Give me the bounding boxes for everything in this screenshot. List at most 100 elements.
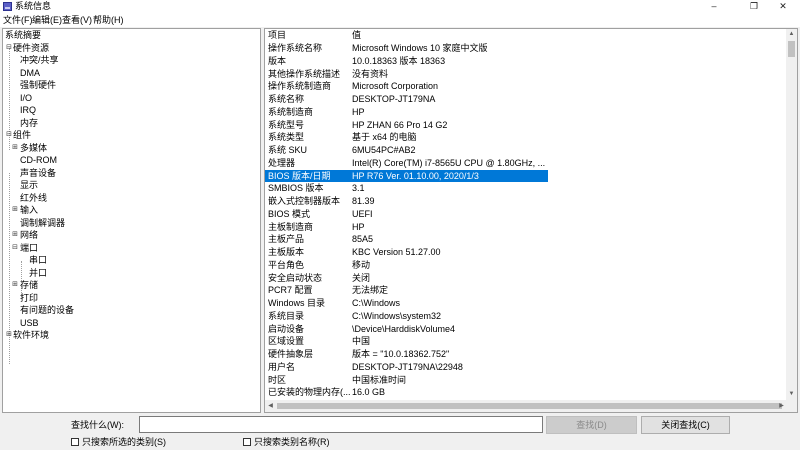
table-row[interactable]: 其他操作系统描述 没有资料 [265, 68, 787, 81]
menu-help[interactable]: 帮助(H) [93, 14, 124, 26]
horizontal-scrollbar[interactable]: ◀ ▶ [265, 400, 797, 412]
table-row[interactable]: 已安装的物理内存(... 16.0 GB [265, 386, 787, 399]
tree-item-cdrom[interactable]: CD-ROM [3, 154, 260, 167]
table-row[interactable]: 主板版本 KBC Version 51.27.00 [265, 246, 787, 259]
tree-item-ports[interactable]: ⊟ 端口 [3, 242, 260, 255]
item-cell: 主板版本 [268, 247, 305, 257]
tree-item-problem-devices[interactable]: 有问题的设备 [3, 304, 260, 317]
table-row[interactable]: 系统型号 HP ZHAN 66 Pro 14 G2 [265, 119, 787, 132]
minimize-button[interactable]: – [697, 0, 731, 13]
table-row[interactable]: 主板产品 85A5 [265, 233, 787, 246]
search-selected-category-option[interactable]: 只搜索所选的类别(S) [71, 437, 231, 448]
table-row[interactable]: 系统类型 基于 x64 的电脑 [265, 131, 787, 144]
table-row[interactable]: 嵌入式控制器版本 81.39 [265, 195, 787, 208]
search-selected-category-checkbox[interactable] [71, 438, 79, 446]
scroll-up-icon[interactable]: ▲ [786, 29, 797, 40]
value-cell: 6MU54PC#AB2 [352, 145, 416, 155]
table-row[interactable]: 区域设置 中国 [265, 335, 787, 348]
scroll-down-icon[interactable]: ▼ [786, 389, 797, 400]
tree-item-parallel[interactable]: 并口 [3, 267, 260, 280]
horizontal-scroll-thumb[interactable] [277, 403, 782, 409]
expand-icon[interactable]: ⊞ [11, 279, 19, 292]
tree-item-usb[interactable]: USB [3, 317, 260, 330]
close-find-button[interactable]: 关闭查找(C) [641, 416, 730, 434]
item-cell: 主板制造商 [268, 221, 314, 232]
tree-item-conflicts[interactable]: 冲突/共享 [3, 54, 260, 67]
table-row[interactable]: 平台角色 移动 [265, 259, 787, 272]
tree-item-dma[interactable]: DMA [3, 67, 260, 80]
tree-item-storage[interactable]: ⊞ 存储 [3, 279, 260, 292]
table-row[interactable]: PCR7 配置 无法绑定 [265, 284, 787, 297]
table-row[interactable]: 主板制造商 HP [265, 221, 787, 234]
scroll-left-icon[interactable]: ◀ [265, 400, 276, 412]
tree-item-system-summary[interactable]: 系统摘要 [3, 29, 260, 42]
expand-icon[interactable]: ⊞ [11, 142, 19, 155]
collapse-icon[interactable]: ⊟ [5, 129, 13, 142]
table-row[interactable]: 安全启动状态 关闭 [265, 272, 787, 285]
tree-item-multimedia[interactable]: ⊞ 多媒体 [3, 142, 260, 155]
table-row[interactable]: 操作系统制造商 Microsoft Corporation [265, 80, 787, 93]
tree-item-irq[interactable]: IRQ [3, 104, 260, 117]
table-row[interactable]: Windows 目录 C:\Windows [265, 297, 787, 310]
tree-item-hardware-resources[interactable]: ⊟ 硬件资源 [3, 42, 260, 55]
vertical-scrollbar[interactable]: ▲ ▼ [786, 29, 797, 400]
table-row[interactable]: 系统制造商 HP [265, 106, 787, 119]
find-input[interactable] [139, 416, 543, 433]
tree-item-components[interactable]: ⊟ 组件 [3, 129, 260, 142]
column-header-value[interactable]: 值 [352, 29, 361, 42]
table-row[interactable]: 时区 中国标准时间 [265, 374, 787, 387]
table-row[interactable]: 系统目录 C:\Windows\system32 [265, 310, 787, 323]
tree-item-software-environment[interactable]: ⊞ 软件环境 [3, 329, 260, 342]
item-cell: 嵌入式控制器版本 [268, 196, 341, 206]
table-row[interactable]: SMBIOS 版本 3.1 [265, 182, 787, 195]
tree-item-display[interactable]: 显示 [3, 179, 260, 192]
value-cell: Microsoft Corporation [352, 81, 439, 92]
find-button[interactable]: 查找(D) [546, 416, 637, 434]
menu-edit[interactable]: 编辑(E) [32, 14, 62, 26]
tree-item-printing[interactable]: 打印 [3, 292, 260, 305]
table-row[interactable]: BIOS 模式 UEFI [265, 208, 787, 221]
table-row[interactable]: 系统名称 DESKTOP-JT179NA [265, 93, 787, 106]
tree-item-input[interactable]: ⊞ 输入 [3, 204, 260, 217]
tree-item-modem[interactable]: 调制解调器 [3, 217, 260, 230]
table-row[interactable]: 用户名 DESKTOP-JT179NA\22948 [265, 361, 787, 374]
tree-item-infrared[interactable]: 红外线 [3, 192, 260, 205]
item-cell: 系统名称 [268, 94, 305, 104]
menu-view[interactable]: 查看(V) [62, 14, 92, 26]
table-row[interactable]: 处理器 Intel(R) Core(TM) i7-8565U CPU @ 1.80… [265, 157, 787, 170]
item-cell: 平台角色 [268, 259, 305, 270]
collapse-icon[interactable]: ⊟ [5, 42, 13, 55]
value-cell: 版本 = "10.0.18362.752" [352, 349, 450, 359]
item-cell: 系统类型 [268, 132, 305, 143]
table-row[interactable]: 版本 10.0.18363 版本 18363 [265, 55, 787, 68]
expand-icon[interactable]: ⊞ [11, 229, 19, 242]
scroll-right-icon[interactable]: ▶ [776, 400, 787, 412]
expand-icon[interactable]: ⊞ [11, 204, 19, 217]
close-button[interactable]: ✕ [766, 0, 800, 13]
search-category-names-option[interactable]: 只搜索类别名称(R) [243, 437, 403, 448]
item-cell: 处理器 [268, 157, 296, 168]
tree-item-network[interactable]: ⊞ 网络 [3, 229, 260, 242]
tree-item-sound-devices[interactable]: 声音设备 [3, 167, 260, 180]
value-cell: 移动 [352, 259, 371, 270]
value-cell: 关闭 [352, 272, 371, 283]
collapse-icon[interactable]: ⊟ [11, 242, 19, 255]
tree-item-serial[interactable]: 串口 [3, 254, 260, 267]
menu-file[interactable]: 文件(F) [3, 14, 33, 26]
vertical-scroll-thumb[interactable] [788, 41, 795, 57]
table-row[interactable]: 硬件抽象层 版本 = "10.0.18362.752" [265, 348, 787, 361]
expand-icon[interactable]: ⊞ [5, 329, 13, 342]
table-row[interactable]: 启动设备 \Device\HarddiskVolume4 [265, 323, 787, 336]
category-tree[interactable]: 系统摘要 ⊟ 硬件资源 冲突/共享 DMA 强制硬件 I/O IRQ 内存 ⊟ … [2, 28, 261, 413]
search-category-names-checkbox[interactable] [243, 438, 251, 446]
value-cell: \Device\HarddiskVolume4 [352, 323, 456, 334]
item-cell: 已安装的物理内存(... [268, 387, 350, 398]
tree-item-io[interactable]: I/O [3, 92, 260, 105]
tree-item-forced-hardware[interactable]: 强制硬件 [3, 79, 260, 92]
table-row[interactable]: 系统 SKU 6MU54PC#AB2 [265, 144, 787, 157]
table-row[interactable]: 操作系统名称 Microsoft Windows 10 家庭中文版 [265, 42, 787, 55]
column-header-item[interactable]: 项目 [268, 29, 286, 42]
menu-bar: 文件(F) 编辑(E) 查看(V) 帮助(H) [0, 13, 800, 27]
table-row[interactable]: BIOS 版本/日期 HP R76 Ver. 01.10.00, 2020/1/3 [265, 169, 787, 183]
tree-item-memory[interactable]: 内存 [3, 117, 260, 130]
